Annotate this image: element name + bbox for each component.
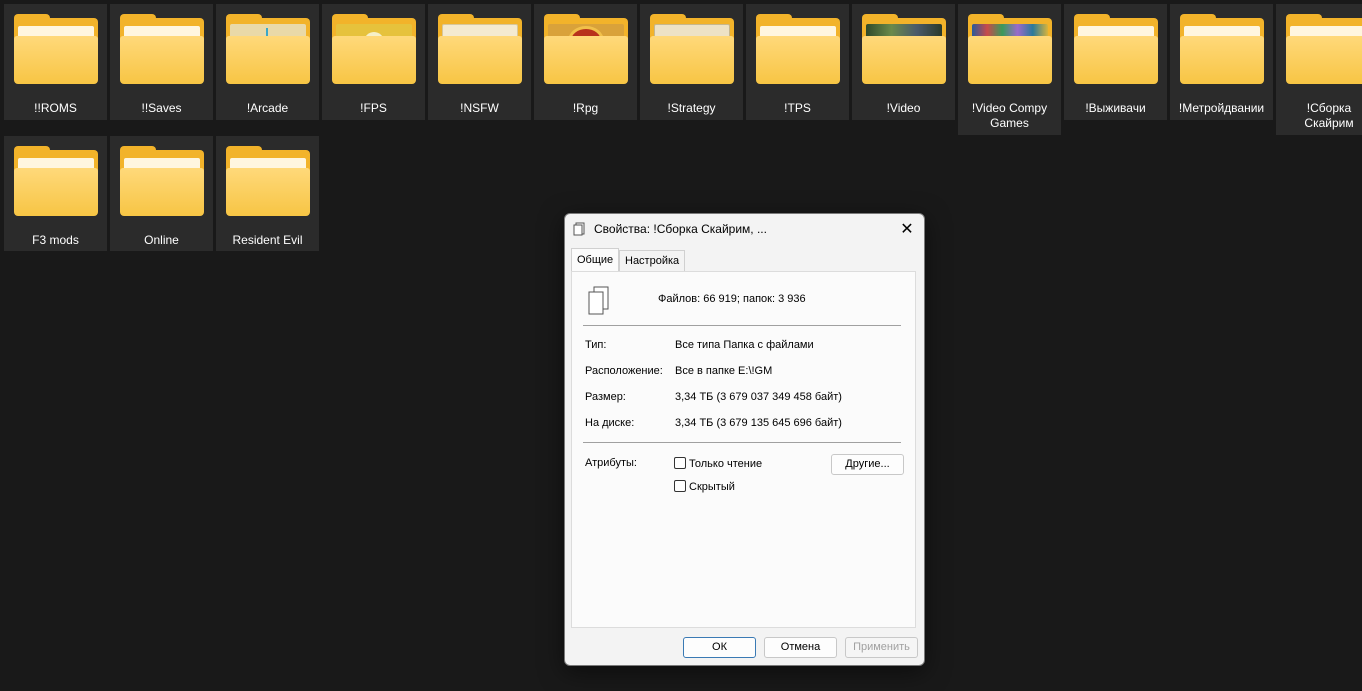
folder-label: !Выживачи <box>1085 101 1146 115</box>
folder-label: !!Saves <box>141 101 182 115</box>
hidden-label: Скрытый <box>689 481 735 493</box>
folder-icon <box>1074 14 1158 84</box>
readonly-label: Только чтение <box>689 458 763 470</box>
folder-label: !FPS <box>360 101 387 115</box>
location-value: Все в папке E:\!GM <box>675 365 773 377</box>
hidden-checkbox[interactable] <box>674 480 686 492</box>
ok-button[interactable]: ОК <box>683 637 756 658</box>
folder-tile-video-compy-games[interactable]: !Video Compy Games <box>958 4 1061 135</box>
cancel-button[interactable]: Отмена <box>764 637 837 658</box>
folder-icon <box>332 14 416 84</box>
multiple-files-icon <box>573 222 585 236</box>
folder-label: !Strategy <box>667 101 716 115</box>
size-value: 3,34 ТБ (3 679 037 349 458 байт) <box>675 391 842 403</box>
type-label: Тип: <box>585 339 607 351</box>
separator <box>583 442 901 443</box>
folder-tile-nsfw[interactable]: !NSFW <box>428 4 531 120</box>
folder-tile-tps[interactable]: !TPS <box>746 4 849 120</box>
tab-general[interactable]: Общие <box>571 248 620 271</box>
apply-button[interactable]: Применить <box>845 637 918 658</box>
folder-icon <box>756 14 840 84</box>
folder-label: !TPS <box>784 101 811 115</box>
folder-label: Online <box>144 233 179 247</box>
disk-size-value: 3,34 ТБ (3 679 135 645 696 байт) <box>675 417 842 429</box>
folder-label: !NSFW <box>460 101 499 115</box>
folder-icon <box>120 146 204 216</box>
close-icon: ✕ <box>900 221 914 238</box>
folder-tile-roms[interactable]: !!ROMS <box>4 4 107 120</box>
folder-tile-rpg[interactable]: !Rpg <box>534 4 637 120</box>
folder-label: !Video Compy Games <box>971 101 1048 130</box>
disk-size-label: На диске: <box>585 417 635 429</box>
folder-label: !Сборка Скайрим <box>1304 101 1354 130</box>
folder-label: !Rpg <box>572 101 599 115</box>
file-folder-count: Файлов: 66 919; папок: 3 936 <box>658 293 806 305</box>
folder-tile-fps[interactable]: !FPS <box>322 4 425 120</box>
size-label: Размер: <box>585 391 626 403</box>
attributes-label: Атрибуты: <box>585 457 637 469</box>
folder-icon <box>1180 14 1264 84</box>
folder-tile-arcade[interactable]: !Arcade <box>216 4 319 120</box>
folder-icon <box>226 14 310 84</box>
multiple-files-icon <box>588 286 609 315</box>
folder-icon <box>1286 14 1362 84</box>
advanced-button[interactable]: Другие... <box>831 454 904 475</box>
folder-tile-skyrim-build[interactable]: !Сборка Скайрим <box>1276 4 1362 135</box>
folder-icon <box>226 146 310 216</box>
folder-label: !Arcade <box>246 101 289 115</box>
close-button[interactable]: ✕ <box>896 218 918 240</box>
folder-label: Resident Evil <box>232 233 303 247</box>
folder-icon <box>14 146 98 216</box>
type-value: Все типа Папка с файлами <box>675 339 814 351</box>
folder-icon <box>438 14 522 84</box>
readonly-checkbox[interactable] <box>674 457 686 469</box>
location-label: Расположение: <box>585 365 663 377</box>
folder-tile-resident-evil[interactable]: Resident Evil <box>216 136 319 251</box>
folder-tile-f3-mods[interactable]: F3 mods <box>4 136 107 251</box>
folder-label: !!ROMS <box>34 101 77 115</box>
separator <box>583 325 901 326</box>
general-panel: Файлов: 66 919; папок: 3 936 Тип: Все ти… <box>571 271 916 628</box>
folder-icon <box>14 14 98 84</box>
folder-icon <box>650 14 734 84</box>
tab-customize[interactable]: Настройка <box>619 250 686 271</box>
folder-label: F3 mods <box>32 233 79 247</box>
folder-tile-survival[interactable]: !Выживачи <box>1064 4 1167 120</box>
folder-tile-video[interactable]: !Video <box>852 4 955 120</box>
properties-dialog: Свойства: !Сборка Скайрим, ... ✕ Общие Н… <box>564 213 925 666</box>
folder-icon <box>968 14 1052 84</box>
folder-icon <box>862 14 946 84</box>
folder-tile-metroidvania[interactable]: !Метройдвании <box>1170 4 1273 120</box>
folder-icon <box>120 14 204 84</box>
dialog-title: Свойства: !Сборка Скайрим, ... <box>594 222 767 236</box>
folder-tile-online[interactable]: Online <box>110 136 213 251</box>
folder-label: !Метройдвании <box>1178 101 1265 115</box>
folder-icon <box>544 14 628 84</box>
folder-label: !Video <box>886 101 921 115</box>
folder-tile-strategy[interactable]: !Strategy <box>640 4 743 120</box>
folder-tile-saves[interactable]: !!Saves <box>110 4 213 120</box>
